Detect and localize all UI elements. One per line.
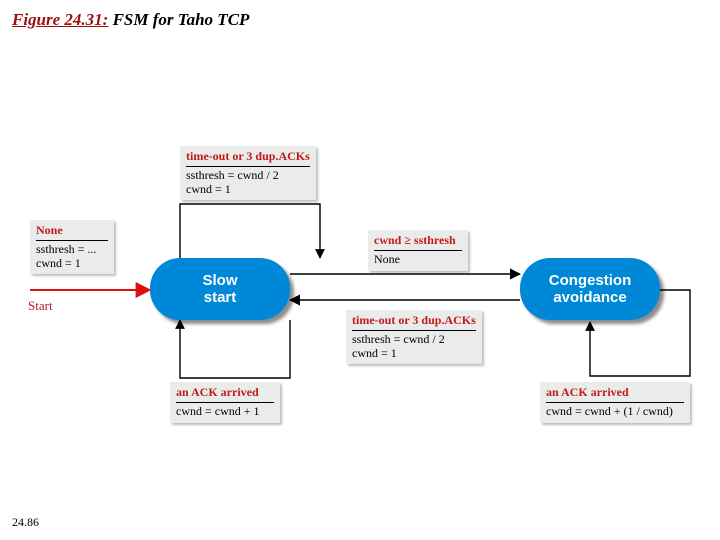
state-congestion-avoidance-label: Congestionavoidance xyxy=(549,272,632,306)
transition-ca-ack-act0: cwnd = cwnd + (1 / cwnd) xyxy=(546,405,684,419)
transition-init: None ssthresh = ... cwnd = 1 xyxy=(30,220,114,274)
state-slow-start-label: Slowstart xyxy=(202,272,237,306)
transition-ss-timeout: time-out or 3 dup.ACKs ssthresh = cwnd /… xyxy=(180,146,316,200)
transition-ca-to-ss-act1: cwnd = 1 xyxy=(352,347,476,361)
figure-caption: FSM for Taho TCP xyxy=(108,10,249,29)
page-number: 24.86 xyxy=(12,515,39,530)
transition-ss-to-ca-act0: None xyxy=(374,253,462,267)
figure-title: Figure 24.31: FSM for Taho TCP xyxy=(12,10,249,30)
transition-ss-to-ca-cond: cwnd ≥ ssthresh xyxy=(374,234,462,251)
transition-ss-ack-cond: an ACK arrived xyxy=(176,386,274,403)
start-label: Start xyxy=(28,298,53,314)
transition-ca-to-ss-act0: ssthresh = cwnd / 2 xyxy=(352,333,476,347)
transition-ss-timeout-act0: ssthresh = cwnd / 2 xyxy=(186,169,310,183)
slide: Figure 24.31: FSM for Taho TCP xyxy=(0,0,720,540)
transition-init-act1: cwnd = 1 xyxy=(36,257,108,271)
transition-ca-to-ss: time-out or 3 dup.ACKs ssthresh = cwnd /… xyxy=(346,310,482,364)
transition-ss-ack: an ACK arrived cwnd = cwnd + 1 xyxy=(170,382,280,423)
transition-ss-to-ca: cwnd ≥ ssthresh None xyxy=(368,230,468,271)
transition-init-act0: ssthresh = ... xyxy=(36,243,108,257)
transition-ca-to-ss-cond: time-out or 3 dup.ACKs xyxy=(352,314,476,331)
transition-ca-ack-cond: an ACK arrived xyxy=(546,386,684,403)
state-congestion-avoidance: Congestionavoidance xyxy=(520,258,660,320)
transition-init-cond: None xyxy=(36,224,108,241)
transition-ss-timeout-act1: cwnd = 1 xyxy=(186,183,310,197)
transition-ca-ack: an ACK arrived cwnd = cwnd + (1 / cwnd) xyxy=(540,382,690,423)
transition-ss-timeout-cond: time-out or 3 dup.ACKs xyxy=(186,150,310,167)
fsm-diagram: Slowstart Congestionavoidance Start None… xyxy=(30,150,710,480)
figure-number: Figure 24.31: xyxy=(12,10,108,29)
transition-ss-ack-act0: cwnd = cwnd + 1 xyxy=(176,405,274,419)
state-slow-start: Slowstart xyxy=(150,258,290,320)
